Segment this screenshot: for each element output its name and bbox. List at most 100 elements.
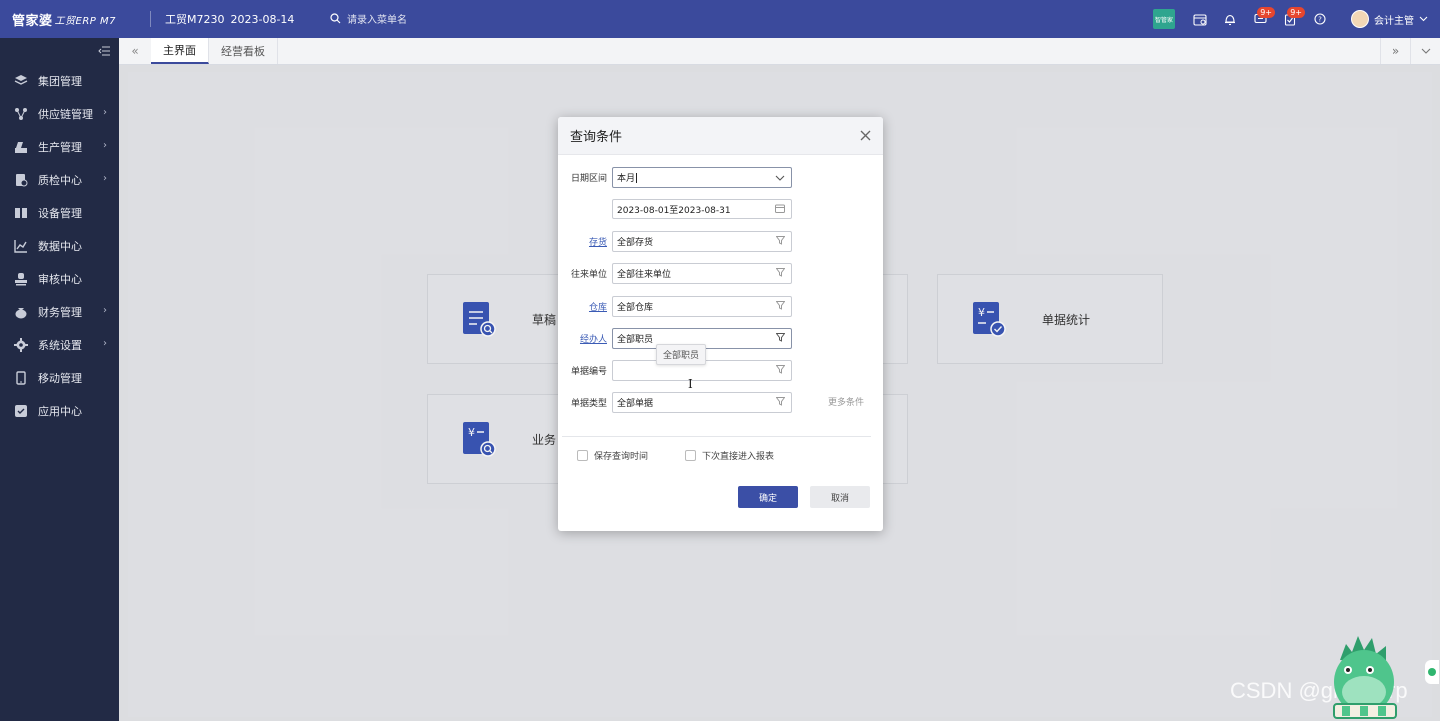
filter-icon[interactable]	[776, 236, 785, 245]
text-caret	[636, 172, 638, 183]
user-menu[interactable]: 会计主管	[1351, 10, 1428, 28]
sidebar-item-label: 数据中心	[38, 239, 82, 253]
filter-icon[interactable]	[776, 397, 785, 406]
sidebar-item-0[interactable]: 集团管理	[0, 64, 119, 97]
sidebar-item-label: 集团管理	[38, 74, 82, 88]
side-widget-button[interactable]	[1425, 660, 1439, 684]
query-conditions-dialog: 查询条件 日期区间 本月 2023-08-01至2023-08-31 存货 全部…	[558, 117, 883, 531]
inventory-input[interactable]: 全部存货	[612, 231, 792, 252]
ok-button[interactable]: 确定	[738, 486, 798, 508]
warehouse-input[interactable]: 全部仓库	[612, 296, 792, 317]
sidebar-collapse-button[interactable]	[0, 38, 119, 64]
tabs-dropdown-button[interactable]	[1410, 38, 1440, 64]
partner-value: 全部往来单位	[617, 270, 672, 280]
sidebar-item-9[interactable]: 移动管理	[0, 361, 119, 394]
sidebar-item-8[interactable]: 系统设置 ›	[0, 328, 119, 361]
avatar	[1351, 10, 1369, 28]
messages-badge: 9+	[1257, 7, 1275, 18]
tab-label: 主界面	[163, 44, 196, 57]
dinosaur-mascot-icon[interactable]	[1326, 630, 1402, 721]
partner-input[interactable]: 全部往来单位	[612, 263, 792, 284]
date-range-select[interactable]: 本月	[612, 167, 792, 188]
cancel-button[interactable]: 取消	[810, 486, 870, 508]
direct-report-checkbox[interactable]: 下次直接进入报表	[685, 449, 774, 462]
app-icon	[14, 404, 28, 418]
chart-icon	[14, 239, 28, 253]
sidebar-item-label: 设备管理	[38, 206, 82, 220]
menu-collapse-icon	[98, 46, 110, 56]
user-name: 会计主管	[1374, 15, 1414, 27]
chevron-right-icon: ›	[103, 173, 107, 184]
messages-button[interactable]: 9+	[1245, 0, 1275, 38]
date-period-input[interactable]: 2023-08-01至2023-08-31	[612, 199, 792, 219]
checkbox-box	[577, 450, 588, 461]
filter-icon[interactable]	[776, 333, 785, 342]
stamp-icon	[14, 272, 28, 286]
sidebar-item-5[interactable]: 数据中心	[0, 229, 119, 262]
top-bar: 管家婆 工贸ERP M7 工贸M7230 2023-08-14 请录入菜单名 智…	[0, 0, 1440, 38]
sidebar-item-label: 供应链管理	[38, 107, 93, 121]
search-placeholder: 请录入菜单名	[347, 15, 407, 26]
logo-subtitle: 工贸ERP M7	[54, 15, 116, 27]
sidebar-item-1[interactable]: 供应链管理 ›	[0, 97, 119, 130]
warehouse-row: 仓库 全部仓库	[558, 296, 883, 318]
sidebar-item-4[interactable]: 设备管理	[0, 196, 119, 229]
notification-button[interactable]	[1215, 0, 1245, 38]
handler-link[interactable]: 经办人	[580, 332, 607, 345]
handler-value: 全部职员	[617, 335, 654, 345]
svg-text:?: ?	[1318, 16, 1322, 24]
doc-type-value: 全部单据	[617, 399, 654, 409]
chevron-right-icon: ›	[103, 338, 107, 349]
tabs-scroll-right-button[interactable]: »	[1380, 38, 1410, 64]
logo[interactable]: 管家婆 工贸ERP M7	[0, 0, 150, 38]
layers-icon	[14, 74, 28, 88]
equipment-icon	[14, 206, 28, 220]
date-range-value: 本月	[617, 174, 636, 184]
filter-icon[interactable]	[776, 301, 785, 310]
date-range-label: 日期区间	[570, 174, 607, 184]
sidebar-item-2[interactable]: 生产管理 ›	[0, 130, 119, 163]
filter-icon[interactable]	[776, 365, 785, 374]
calendar-button[interactable]	[1185, 0, 1215, 38]
doc-number-label: 单据编号	[570, 367, 607, 377]
sidebar-item-6[interactable]: 审核中心	[0, 262, 119, 295]
sidebar: 集团管理 供应链管理 › 生产管理 › 质检中心 › 设备管理 数据中心 审核中心 财务管理 › 系统设…	[0, 38, 119, 721]
more-conditions-link[interactable]: 更多条件	[828, 395, 864, 408]
menu-search[interactable]: 请录入菜单名	[330, 11, 407, 26]
save-query-time-checkbox[interactable]: 保存查询时间	[577, 449, 648, 462]
account-name: 工贸M7230	[165, 13, 225, 26]
tasks-badge: 9+	[1287, 7, 1305, 18]
search-icon	[330, 13, 341, 24]
tasks-button[interactable]: 9+	[1275, 0, 1305, 38]
inventory-link[interactable]: 存货	[589, 235, 607, 248]
text-cursor-icon: I	[688, 377, 693, 391]
calendar-icon	[1193, 13, 1207, 26]
app-icon-label: 智管家	[1154, 16, 1173, 24]
warehouse-value: 全部仓库	[617, 303, 654, 313]
tab-bar: « 主界面 经营看板 »	[119, 38, 1440, 65]
help-button[interactable]: ?	[1305, 0, 1335, 38]
sidebar-item-label: 质检中心	[38, 173, 82, 187]
sidebar-item-7[interactable]: 财务管理 ›	[0, 295, 119, 328]
tabs-scroll-left-button[interactable]: «	[119, 38, 151, 64]
doc-type-input[interactable]: 全部单据	[612, 392, 792, 413]
login-date: 2023-08-14	[230, 12, 295, 26]
inventory-value: 全部存货	[617, 238, 654, 248]
sidebar-item-10[interactable]: 应用中心	[0, 394, 119, 427]
tab-main[interactable]: 主界面	[151, 38, 209, 64]
sidebar-item-3[interactable]: 质检中心 ›	[0, 163, 119, 196]
money-bag-icon	[14, 305, 28, 319]
tab-dashboard[interactable]: 经营看板	[209, 38, 278, 64]
warehouse-link[interactable]: 仓库	[589, 300, 607, 313]
chevron-right-icon: ›	[103, 305, 107, 316]
doc-type-label: 单据类型	[570, 399, 607, 409]
filter-icon[interactable]	[776, 268, 785, 277]
dialog-close-button[interactable]	[860, 126, 871, 145]
smart-app-button[interactable]: 智管家	[1151, 0, 1177, 38]
chevron-down-icon	[1419, 16, 1428, 22]
calendar-icon	[775, 204, 785, 213]
handler-tooltip: 全部职员	[656, 344, 707, 365]
handler-row: 经办人 全部职员	[558, 328, 883, 350]
supply-chain-icon	[14, 107, 28, 121]
gear-icon	[14, 337, 28, 352]
